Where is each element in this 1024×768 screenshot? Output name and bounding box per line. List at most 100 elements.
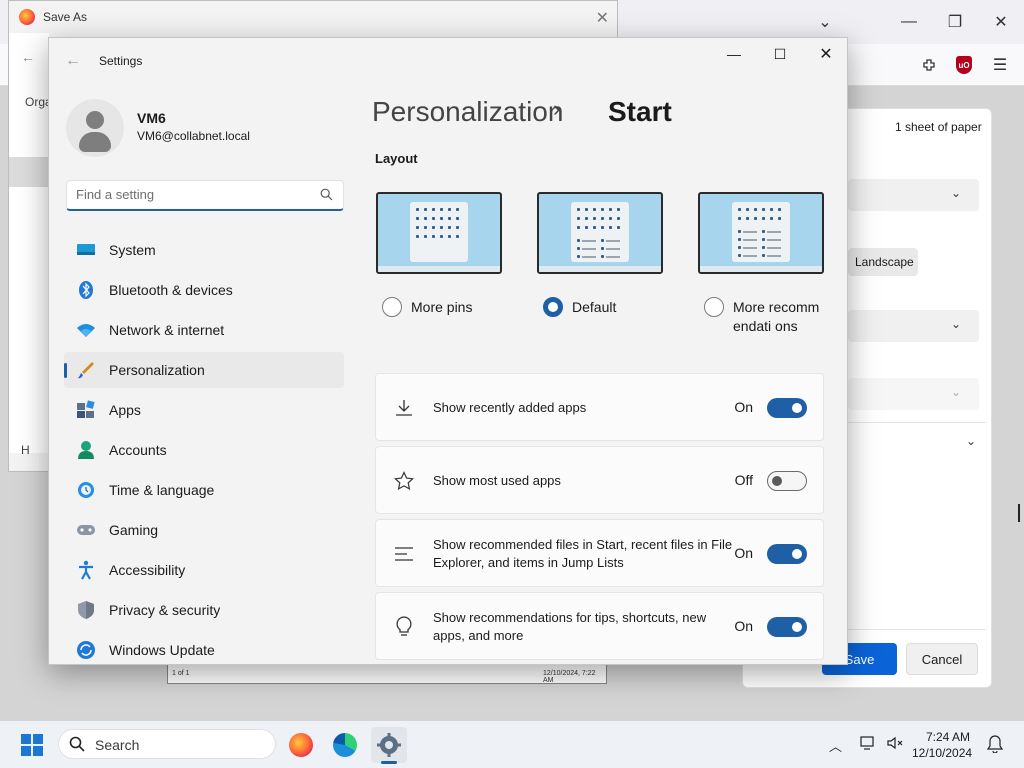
- edge-icon: [333, 733, 357, 757]
- browser-close-button[interactable]: ✕: [978, 0, 1024, 44]
- thumbnail-rec-bar: [743, 247, 757, 249]
- nav-item-bluetooth[interactable]: Bluetooth & devices: [64, 272, 344, 308]
- avatar[interactable]: [66, 99, 124, 157]
- active-app-indicator: [381, 761, 397, 764]
- save-as-close-button[interactable]: ✕: [596, 8, 609, 28]
- nav-item-privacy[interactable]: Privacy & security: [64, 592, 344, 628]
- browser-maximize-button[interactable]: ❐: [932, 0, 978, 44]
- search-icon: [69, 736, 85, 755]
- thumbnail-rec-dot: [577, 239, 580, 242]
- print-cancel-button[interactable]: Cancel: [906, 643, 978, 675]
- ublock-shield-icon[interactable]: uO: [952, 53, 976, 77]
- nav-item-accessibility[interactable]: Accessibility: [64, 552, 344, 588]
- preview-date: 12/10/2024, 7:22 AM: [543, 670, 596, 684]
- settings-maximize-button[interactable]: ☐: [757, 38, 803, 70]
- nav-item-label: Personalization: [109, 362, 205, 378]
- toggle-state-text: Off: [734, 472, 753, 488]
- chevron-down-icon: ⌄: [950, 186, 961, 200]
- nav-item-label: Accounts: [109, 442, 167, 458]
- thumbnail-rec-bar: [743, 239, 757, 241]
- thumbnail-rec-bar: [767, 231, 781, 233]
- taskbar-settings[interactable]: [371, 727, 407, 763]
- thumbnail-pin-dot: [456, 235, 459, 238]
- thumbnail-pin-dot: [770, 217, 773, 220]
- save-as-title: Save As: [43, 10, 88, 24]
- thumbnail-rec-dot: [762, 246, 765, 249]
- nav-item-windows-update[interactable]: Windows Update: [64, 632, 344, 664]
- taskbar-search-label: Search: [95, 737, 140, 753]
- show-hidden-icons-chevron-icon[interactable]: ︿: [829, 736, 842, 755]
- landscape-option[interactable]: Landscape: [848, 248, 918, 276]
- thumbnail-rec-bar: [606, 248, 620, 250]
- settings-minimize-button[interactable]: —: [711, 38, 757, 70]
- radio-more-pins[interactable]: [382, 297, 402, 317]
- back-arrow-icon[interactable]: ←: [21, 49, 35, 65]
- toggle-state-text: On: [734, 399, 753, 415]
- volume-muted-icon[interactable]: [886, 735, 904, 754]
- breadcrumb-separator-icon: ›: [553, 96, 561, 121]
- nav-item-network[interactable]: Network & internet: [64, 312, 344, 348]
- toggle-recently-added[interactable]: [767, 398, 807, 418]
- more-settings-chevron-icon[interactable]: ⌄: [966, 434, 976, 448]
- thumbnail-rec-bar: [767, 255, 781, 257]
- print-disabled-select[interactable]: ⌄: [848, 378, 979, 410]
- notification-bell-icon[interactable]: [986, 735, 1004, 756]
- nav-item-time-language[interactable]: Time & language: [64, 472, 344, 508]
- radio-more-recommendations[interactable]: [704, 297, 724, 317]
- settings-close-button[interactable]: ✕: [803, 38, 847, 70]
- thumbnail-rec-bar: [743, 231, 757, 233]
- print-pages-select[interactable]: ⌄: [848, 310, 979, 342]
- page-title: Start: [608, 96, 672, 127]
- thumbnail-pin-dot: [456, 217, 459, 220]
- layout-thumbnail-more-recommendations[interactable]: [698, 192, 824, 274]
- thumbnail-pin-dot: [762, 208, 765, 211]
- toggle-recommendations[interactable]: [767, 617, 807, 637]
- extensions-icon[interactable]: [917, 53, 941, 77]
- toggle-recommended-files[interactable]: [767, 544, 807, 564]
- radio-default[interactable]: [543, 297, 563, 317]
- find-setting-input[interactable]: [76, 187, 306, 202]
- back-arrow-icon[interactable]: ←: [65, 52, 81, 70]
- menu-hamburger-icon[interactable]: ☰: [988, 53, 1012, 77]
- network-status-icon[interactable]: [860, 735, 878, 754]
- start-button[interactable]: [14, 727, 50, 763]
- layout-thumbnail-more-pins[interactable]: [376, 192, 502, 274]
- thumbnail-pin-dot: [440, 235, 443, 238]
- toggle-most-used[interactable]: [767, 471, 807, 491]
- print-preview-page: 1 of 1 12/10/2024, 7:22 AM: [167, 664, 607, 684]
- layout-thumbnail-default[interactable]: [537, 192, 663, 274]
- thumbnail-rec-dot: [762, 254, 765, 257]
- print-destination-select[interactable]: ⌄: [848, 179, 979, 211]
- thumbnail-pin-dot: [585, 208, 588, 211]
- thumbnail-pin-dot: [440, 208, 443, 211]
- taskbar-search-box[interactable]: Search: [58, 729, 276, 759]
- nav-item-system[interactable]: System: [64, 232, 344, 268]
- nav-item-accounts[interactable]: Accounts: [64, 432, 344, 468]
- selected-nav-item[interactable]: [9, 157, 49, 187]
- gamepad-icon: [76, 520, 96, 540]
- taskbar-clock[interactable]: 7:24 AM 12/10/2024: [912, 729, 972, 761]
- thumbnail-pin-dot: [432, 217, 435, 220]
- taskbar-edge[interactable]: [327, 727, 363, 763]
- nav-item-apps[interactable]: Apps: [64, 392, 344, 428]
- thumbnail-rec-bar: [743, 255, 757, 257]
- thumbnail-pin-dot: [617, 208, 620, 211]
- breadcrumb-parent[interactable]: Personalization: [372, 96, 563, 128]
- thumbnail-pin-dot: [448, 226, 451, 229]
- nav-item-label: Bluetooth & devices: [109, 282, 233, 298]
- thumbnail-pin-dot: [754, 208, 757, 211]
- taskbar-firefox[interactable]: [283, 727, 319, 763]
- thumbnail-pin-dot: [416, 235, 419, 238]
- thumbnail-pin-dot: [601, 226, 604, 229]
- thumbnail-rec-dot: [601, 239, 604, 242]
- thumbnail-pin-dot: [424, 226, 427, 229]
- download-icon: [394, 398, 414, 418]
- nav-item-gaming[interactable]: Gaming: [64, 512, 344, 548]
- hide-folders-label[interactable]: H: [21, 443, 51, 457]
- find-setting-search-box[interactable]: [66, 180, 344, 211]
- thumbnail-pin-dot: [456, 208, 459, 211]
- browser-minimize-button[interactable]: —: [886, 0, 932, 44]
- nav-item-personalization[interactable]: Personalization: [64, 352, 344, 388]
- accounts-icon: [76, 440, 96, 460]
- thumbnail-rec-bar: [582, 240, 596, 242]
